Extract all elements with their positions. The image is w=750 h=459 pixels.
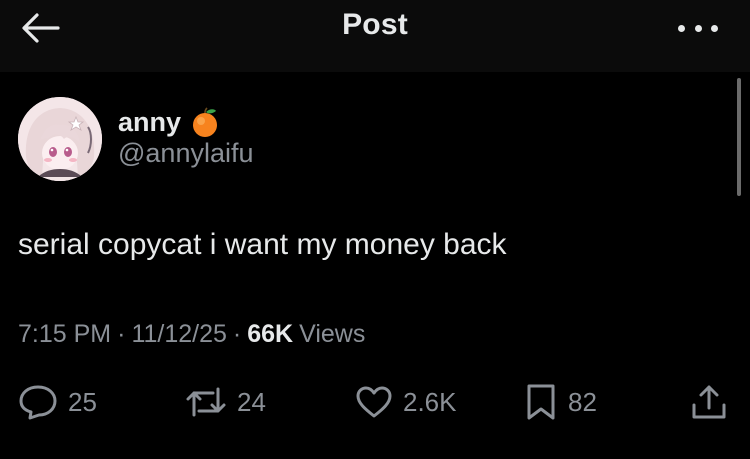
meta-separator: ·: [117, 320, 126, 348]
bookmark-count: 82: [568, 386, 597, 417]
like-count: 2.6K: [403, 386, 457, 417]
more-horizontal-icon: [678, 24, 685, 32]
bookmark-icon: [527, 384, 555, 420]
reply-count: 25: [68, 386, 97, 417]
post-meta: 7:15 PM · 11/12/25 · 66K Views: [18, 320, 365, 349]
more-options-button[interactable]: [678, 18, 718, 38]
page-title: Post: [342, 8, 408, 41]
repost-count: 24: [237, 386, 266, 417]
more-dot: [711, 24, 718, 32]
reply-button[interactable]: 25: [18, 380, 97, 424]
bookmark-button[interactable]: 82: [524, 380, 597, 424]
more-dot: [694, 24, 702, 32]
post-date[interactable]: 11/12/25: [131, 320, 226, 349]
repost-button[interactable]: 24: [185, 380, 266, 424]
meta-separator: ·: [232, 320, 242, 348]
display-name[interactable]: anny: [118, 107, 181, 138]
like-button[interactable]: 2.6K: [355, 380, 457, 424]
share-button[interactable]: [690, 380, 728, 424]
heart-icon: [356, 386, 392, 418]
post-time[interactable]: 7:15 PM: [18, 320, 111, 349]
author-name-row: anny: [118, 104, 219, 140]
repost-icon: [186, 387, 226, 417]
share-icon: [692, 385, 726, 419]
avatar-image: [18, 97, 102, 181]
scrollbar[interactable]: [737, 78, 741, 196]
reply-icon: [19, 385, 57, 420]
post-text: serial copycat i want my money back: [18, 228, 507, 261]
top-bar: Post: [0, 0, 750, 72]
author-handle[interactable]: @annylaifu: [118, 138, 254, 169]
orange-emoji-icon: [193, 107, 218, 137]
views-label[interactable]: Views: [299, 320, 365, 349]
avatar[interactable]: [18, 97, 102, 181]
views-count[interactable]: 66K: [247, 320, 293, 349]
